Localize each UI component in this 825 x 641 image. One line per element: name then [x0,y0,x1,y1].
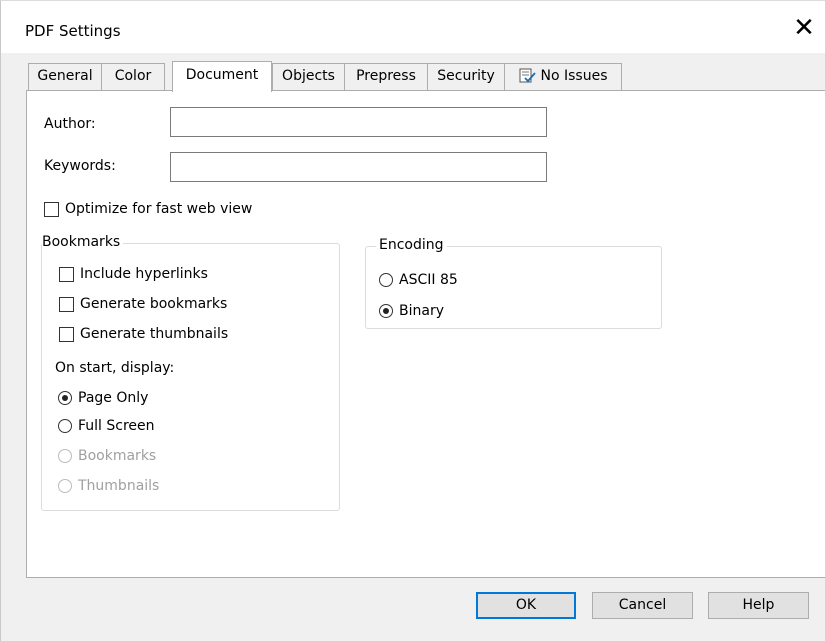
radio-page-only[interactable]: Page Only [58,390,148,406]
document-tab-panel: Author: Keywords: Optimize for fast web … [26,90,825,578]
close-icon[interactable]: ✕ [789,13,819,43]
radio-label: Bookmarks [78,448,157,464]
radio-dot [58,479,72,493]
radio-dot [58,449,72,463]
tab-label: Prepress [356,68,416,84]
title-bar: PDF Settings ✕ [1,1,825,53]
tab-label: General [37,68,93,84]
include-hyperlinks-label: Include hyperlinks [80,266,208,282]
radio-binary[interactable]: Binary [379,303,444,319]
tab-label: No Issues [540,68,608,84]
encoding-group: Encoding ASCII 85 Binary [365,237,662,329]
radio-label: Binary [399,303,444,319]
dialog-title: PDF Settings [25,22,121,40]
include-hyperlinks-checkbox[interactable]: Include hyperlinks [59,266,208,282]
checkbox-box[interactable] [59,266,74,282]
radio-dot[interactable] [379,273,393,287]
checklist-icon [519,68,536,83]
encoding-title: Encoding [376,237,447,253]
tab-label: Objects [282,68,335,84]
pdf-settings-dialog: PDF Settings ✕ General Color Document Ob… [0,0,825,641]
bookmarks-group: Bookmarks Include hyperlinks Generate bo… [41,234,340,511]
keywords-field[interactable] [170,152,547,182]
tab-color[interactable]: Color [101,63,165,90]
generate-thumbnails-label: Generate thumbnails [80,326,229,342]
cancel-button[interactable]: Cancel [592,592,693,619]
checkbox-box[interactable] [44,201,59,217]
checkbox-box[interactable] [59,296,74,312]
generate-bookmarks-checkbox[interactable]: Generate bookmarks [59,296,227,312]
keywords-label: Keywords: [44,158,116,174]
help-button[interactable]: Help [708,592,809,619]
checkbox-box[interactable] [59,326,74,342]
tab-objects[interactable]: Objects [272,63,345,90]
radio-label: Thumbnails [78,478,160,494]
radio-dot[interactable] [58,419,72,433]
radio-ascii85[interactable]: ASCII 85 [379,272,458,288]
radio-thumbnails: Thumbnails [58,478,159,494]
tab-label: Security [437,68,495,84]
tab-general[interactable]: General [28,63,102,90]
ok-button[interactable]: OK [476,592,576,619]
radio-dot-selected[interactable] [58,391,72,405]
radio-label: Page Only [78,390,149,406]
on-start-label: On start, display: [55,360,175,376]
generate-bookmarks-label: Generate bookmarks [80,296,228,312]
tab-prepress[interactable]: Prepress [344,63,428,90]
tab-no-issues[interactable]: No Issues [504,63,622,90]
generate-thumbnails-checkbox[interactable]: Generate thumbnails [59,326,228,342]
radio-dot-selected[interactable] [379,304,393,318]
author-label: Author: [44,116,96,132]
optimize-web-view-checkbox[interactable]: Optimize for fast web view [44,201,252,217]
bookmarks-title: Bookmarks [42,234,124,250]
tab-document[interactable]: Document [172,61,272,92]
radio-full-screen[interactable]: Full Screen [58,418,155,434]
author-field[interactable] [170,107,547,137]
tab-security[interactable]: Security [427,63,505,90]
tab-label: Color [114,68,152,84]
radio-label: Full Screen [78,418,155,434]
optimize-label: Optimize for fast web view [65,201,253,217]
radio-label: ASCII 85 [399,272,458,288]
radio-bookmarks: Bookmarks [58,448,156,464]
tab-label: Document [185,67,259,83]
